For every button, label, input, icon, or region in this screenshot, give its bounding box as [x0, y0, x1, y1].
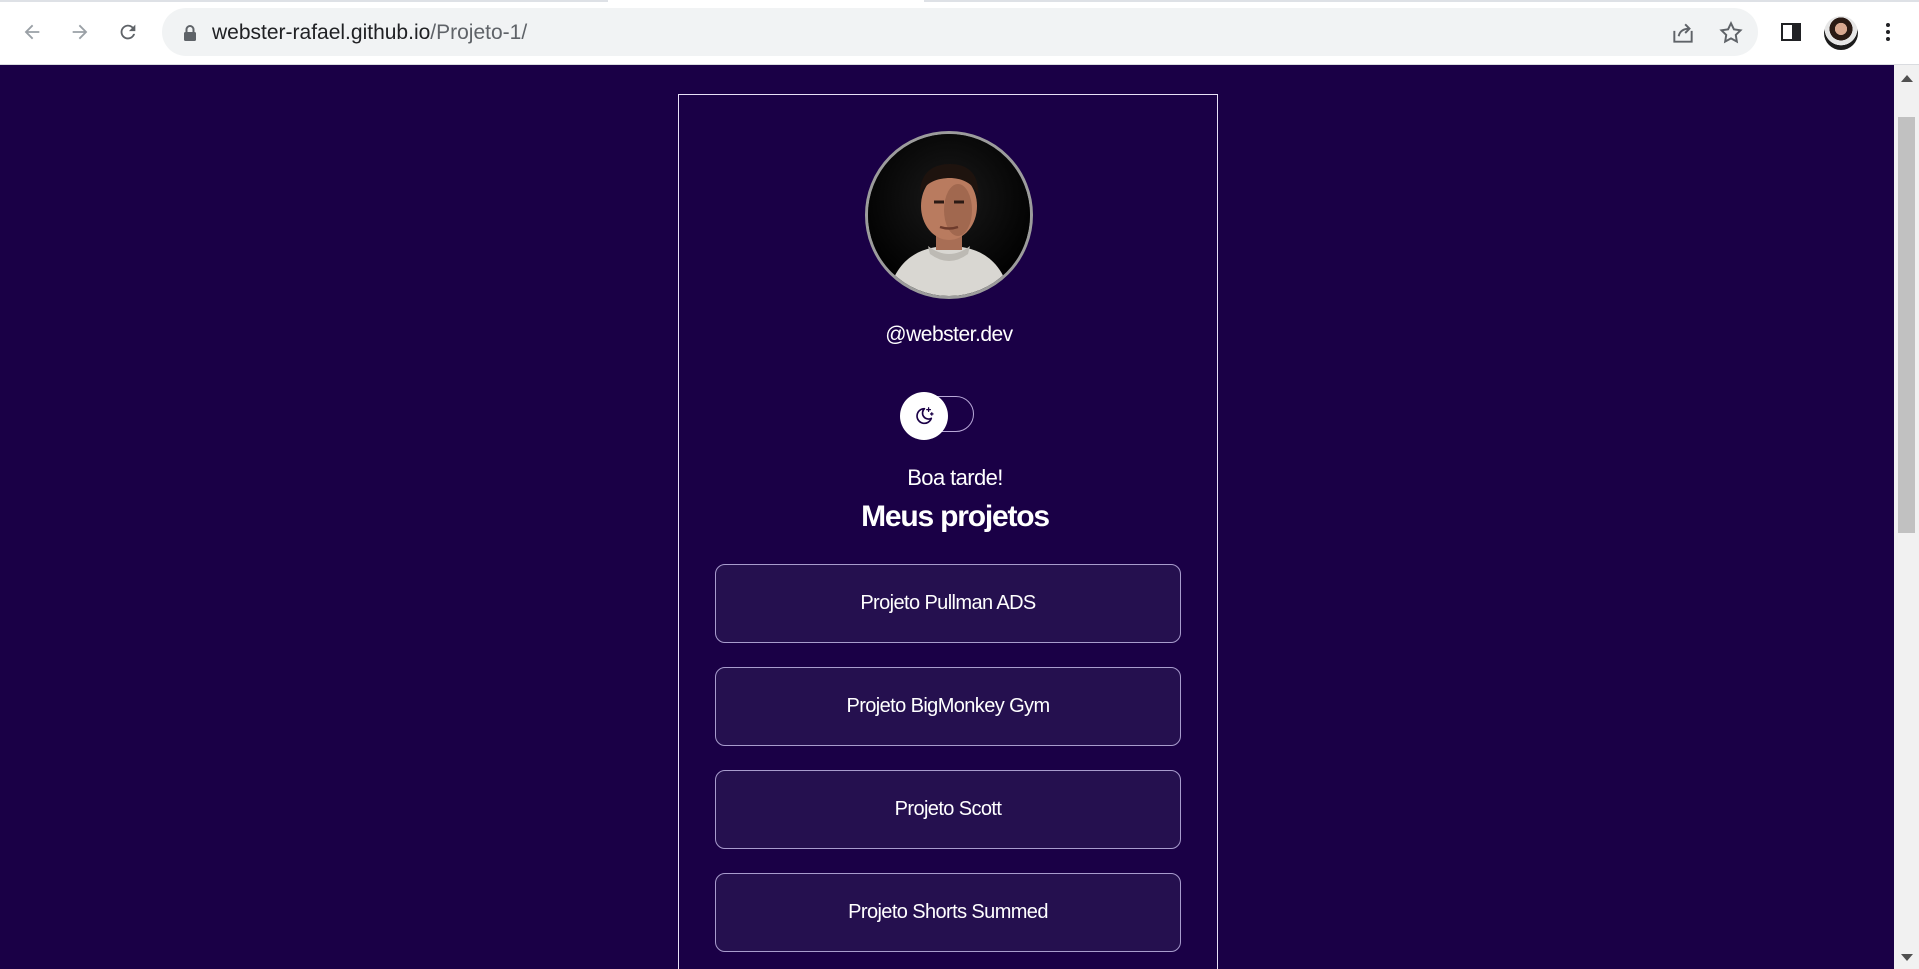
address-bar[interactable]: webster-rafael.github.io/Projeto-1/	[162, 8, 1758, 56]
project-link-scott[interactable]: Projeto Scott	[715, 770, 1181, 849]
project-link-shorts-summed[interactable]: Projeto Shorts Summed	[715, 873, 1181, 952]
project-link-pullman-ads[interactable]: Projeto Pullman ADS	[715, 564, 1181, 643]
scroll-thumb[interactable]	[1898, 117, 1915, 533]
profile-photo	[865, 131, 1033, 299]
section-title: Meus projetos	[861, 500, 1050, 533]
forward-button[interactable]	[64, 16, 96, 48]
back-arrow-icon	[24, 24, 40, 40]
tab-strip	[0, 0, 1919, 2]
bookmark-star-icon[interactable]	[1718, 20, 1744, 46]
reload-button[interactable]	[112, 16, 144, 48]
browser-toolbar: webster-rafael.github.io/Projeto-1/	[0, 0, 1919, 65]
scroll-down-arrow-icon[interactable]	[1901, 954, 1913, 961]
share-icon[interactable]	[1670, 20, 1696, 46]
back-button[interactable]	[16, 16, 48, 48]
forward-arrow-icon	[72, 24, 88, 40]
profile-avatar[interactable]	[1824, 16, 1858, 50]
lock-icon	[184, 25, 196, 41]
url-host: webster-rafael.github.io	[212, 21, 431, 44]
url-text: webster-rafael.github.io/Projeto-1/	[212, 21, 527, 45]
person-photo-icon	[868, 134, 1030, 296]
greeting-text: Boa tarde!	[907, 465, 1003, 490]
profile-card: @webster.dev Boa tarde! Meus projetos Pr…	[678, 94, 1218, 969]
moon-stars-icon	[916, 407, 934, 425]
side-panel-icon	[1781, 23, 1801, 41]
project-link-bigmonkey-gym[interactable]: Projeto BigMonkey Gym	[715, 667, 1181, 746]
theme-toggle-knob[interactable]	[900, 392, 948, 440]
page-viewport: @webster.dev Boa tarde! Meus projetos Pr…	[0, 65, 1894, 969]
menu-button[interactable]	[1874, 18, 1902, 46]
kebab-menu-icon	[1886, 23, 1890, 41]
profile-handle: @webster.dev	[885, 323, 1013, 346]
url-path: /Projeto-1/	[430, 21, 528, 44]
side-panel-button[interactable]	[1777, 18, 1805, 46]
scroll-up-arrow-icon[interactable]	[1901, 75, 1913, 82]
vertical-scrollbar[interactable]	[1894, 65, 1919, 969]
reload-icon	[120, 24, 136, 40]
